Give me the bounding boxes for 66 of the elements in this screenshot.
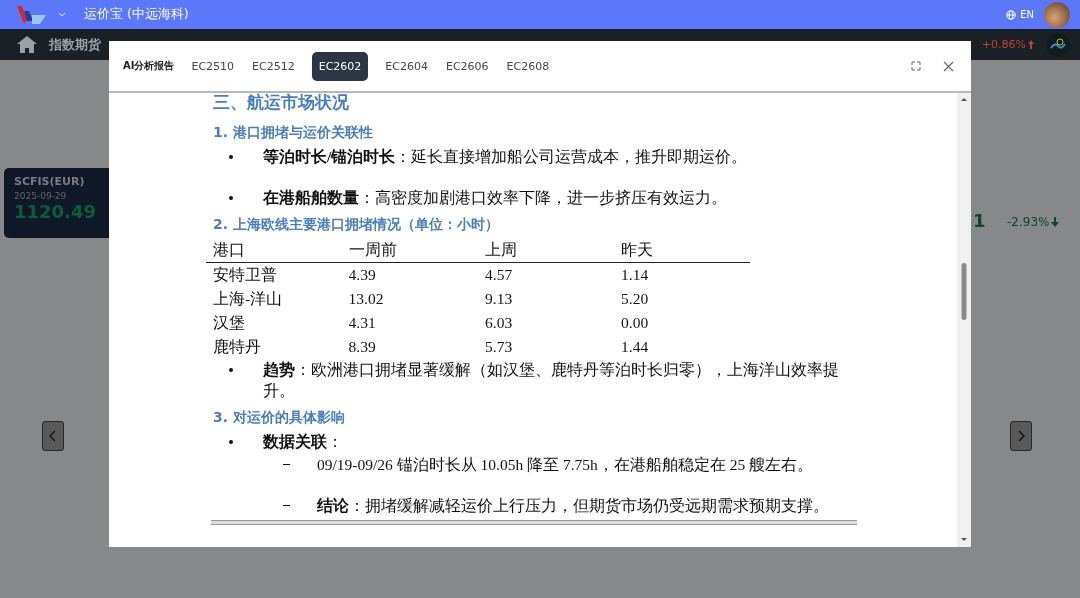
price-change: +0.86%: [981, 38, 1026, 51]
bullet-text: 在港船舶数量：高密度加剧港口效率下降，进一步挤压有效运力。: [263, 188, 728, 208]
section-heading: 三、航运市场状况: [213, 93, 350, 114]
previous-button[interactable]: [42, 421, 64, 451]
table-cell: 1.14: [614, 262, 750, 287]
user-avatar[interactable]: [1044, 1, 1070, 28]
table-cell: 安特卫普: [206, 262, 342, 287]
table-cell-text: 1.44: [620, 337, 650, 357]
column-header: 一周前: [341, 238, 479, 263]
language-label[interactable]: EN: [1020, 9, 1034, 20]
bullet-text: 趋势：欧洲港口拥堵显著缓解（如汉堡、鹿特丹等泊时长归零），上海洋山效率提升。: [263, 360, 840, 401]
table-cell: 4.57: [478, 262, 614, 287]
table-cell-text: 0.00: [620, 313, 650, 333]
contract-tab[interactable]: EC2604: [378, 51, 435, 81]
dash-icon: [283, 464, 290, 465]
table-cell-text: 9.13: [484, 289, 514, 309]
table-cell-text: 6.03: [484, 313, 514, 333]
bullet-icon: [229, 196, 233, 200]
chevron-left-icon: [49, 430, 57, 442]
table-cell-text: 13.02: [347, 289, 385, 309]
subsection-heading: 3. 对运价的具体影响: [213, 409, 346, 427]
column-header: 昨天: [614, 238, 750, 263]
table-cell-text: 上海-洋山: [212, 288, 284, 309]
caret-icon[interactable]: [58, 11, 66, 18]
section-title: 指数期货: [49, 35, 101, 54]
down-arrow-icon: [1051, 217, 1060, 227]
bullet-text: 09/19-09/26 锚泊时长从 10.05h 降至 7.75h，在港船舶稳定在 25 艘左右。: [317, 455, 814, 475]
index-value: 1120.49: [14, 201, 97, 222]
globe-icon[interactable]: [1006, 9, 1017, 20]
bullet-icon: [229, 440, 233, 444]
next-button[interactable]: [1010, 421, 1032, 451]
app-title: 运价宝 (中远海科): [84, 6, 189, 23]
up-arrow-icon: [1028, 40, 1034, 49]
wave-logo-icon[interactable]: [1046, 32, 1070, 57]
subsection-heading: 1. 港口拥堵与运价关联性: [213, 124, 374, 142]
index-name: SCFIS(EUR): [14, 175, 86, 188]
price-change: -2.93%: [1007, 215, 1050, 229]
contract-tab[interactable]: EC2602: [311, 51, 369, 81]
bullet-icon: [229, 155, 233, 159]
table-cell-text: 8.39: [347, 337, 377, 357]
bullet-icon: [229, 368, 233, 372]
scrollbar[interactable]: [957, 93, 971, 547]
table-cell-text: 汉堡: [212, 312, 246, 333]
chevron-right-icon: [1017, 430, 1025, 442]
home-icon[interactable]: [17, 36, 37, 53]
bullet-text: 等泊时长/锚泊时长：延长直接增加船公司运营成本，推升即期运价。: [263, 147, 749, 167]
dash-icon: [283, 505, 290, 506]
contract-tab[interactable]: EC2608: [499, 51, 557, 81]
table-cell-text: 鹿特丹: [212, 336, 262, 357]
table-cell-text: 5.20: [620, 289, 650, 309]
logo-icon[interactable]: [16, 4, 48, 25]
contract-tab[interactable]: EC2606: [438, 51, 496, 81]
contract-tab[interactable]: EC2510: [184, 51, 242, 81]
column-header: 上周: [478, 238, 614, 263]
report-label: AI分析报告: [123, 59, 175, 73]
fullscreen-icon[interactable]: [908, 58, 924, 74]
table-cell-text: 4.31: [347, 313, 377, 333]
column-header: 港口: [206, 238, 342, 263]
index-date: 2025-09-29: [14, 191, 68, 201]
bullet-text: 数据关联：: [263, 432, 344, 452]
subsection-heading: 2. 上海欧线主要港口拥堵情况（单位：小时）: [213, 216, 500, 234]
table-cell: 4.39: [341, 262, 479, 287]
bullet-text: 结论：拥堵缓解减轻运价上行压力，但期货市场仍受远期需求预期支撑。: [317, 496, 829, 516]
table-cell-text: 5.73: [484, 337, 514, 357]
contract-tab[interactable]: EC2512: [245, 51, 302, 81]
index-value: 1: [973, 210, 986, 231]
